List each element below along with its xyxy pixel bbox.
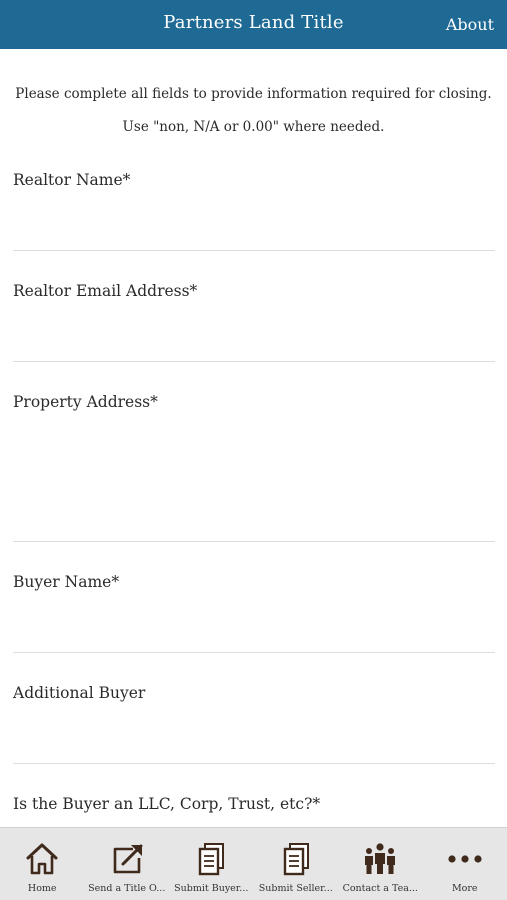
documents-icon	[199, 843, 225, 876]
buyer-entity-type-label: Is the Buyer an LLC, Corp, Trust, etc?*	[13, 795, 321, 813]
tab-contact-team[interactable]: Contact a Tea...	[338, 828, 423, 900]
home-icon	[26, 843, 58, 875]
tab-submit-seller[interactable]: Submit Seller...	[254, 828, 339, 900]
tab-submit-seller-label: Submit Seller...	[258, 883, 333, 894]
header-bar: Partners Land Title About	[0, 0, 507, 49]
app-title: Partners Land Title	[163, 12, 344, 33]
property-address-input[interactable]	[13, 447, 495, 537]
tab-send-title-order[interactable]: Send a Title O...	[85, 828, 170, 900]
tab-send-title-order-label: Send a Title O...	[88, 883, 166, 894]
team-icon	[365, 843, 396, 874]
tab-home-label: Home	[27, 883, 57, 894]
realtor-name-input[interactable]	[13, 212, 495, 246]
more-icon	[448, 855, 482, 863]
realtor-email-label: Realtor Email Address*	[13, 282, 198, 300]
send-icon	[113, 844, 143, 874]
instruction-line-1: Please complete all fields to provide in…	[15, 86, 492, 102]
tab-more[interactable]: More	[423, 828, 507, 900]
tab-submit-buyer-label: Submit Buyer...	[174, 883, 249, 894]
documents-icon	[283, 843, 309, 876]
about-button[interactable]: About	[446, 15, 494, 34]
additional-buyer-input[interactable]	[13, 725, 495, 759]
realtor-email-input[interactable]	[13, 323, 495, 357]
form-instructions: Please complete all fields to provide in…	[6, 49, 501, 144]
realtor-email-field: Realtor Email Address*	[13, 282, 495, 362]
tab-home[interactable]: Home	[0, 828, 85, 900]
buyer-name-input[interactable]	[13, 614, 495, 648]
realtor-name-label: Realtor Name*	[13, 171, 131, 189]
property-address-label: Property Address*	[13, 393, 158, 411]
tab-contact-team-label: Contact a Tea...	[342, 883, 418, 894]
tab-submit-buyer[interactable]: Submit Buyer...	[169, 828, 254, 900]
form-content[interactable]: Please complete all fields to provide in…	[0, 49, 507, 828]
realtor-name-field: Realtor Name*	[13, 171, 495, 251]
buyer-name-label: Buyer Name*	[13, 573, 120, 591]
tab-more-label: More	[451, 883, 478, 894]
property-address-field: Property Address*	[13, 393, 495, 542]
buyer-entity-type-field: Is the Buyer an LLC, Corp, Trust, etc?*	[13, 795, 495, 828]
bottom-tab-bar: Home Send a Title O... Submit Buyer... S…	[0, 827, 507, 900]
instruction-line-2: Use "non, N/A or 0.00" where needed.	[122, 119, 385, 135]
additional-buyer-field: Additional Buyer	[13, 684, 495, 764]
additional-buyer-label: Additional Buyer	[13, 684, 146, 702]
app-screen: Partners Land Title About Please complet…	[0, 0, 507, 900]
buyer-name-field: Buyer Name*	[13, 573, 495, 653]
